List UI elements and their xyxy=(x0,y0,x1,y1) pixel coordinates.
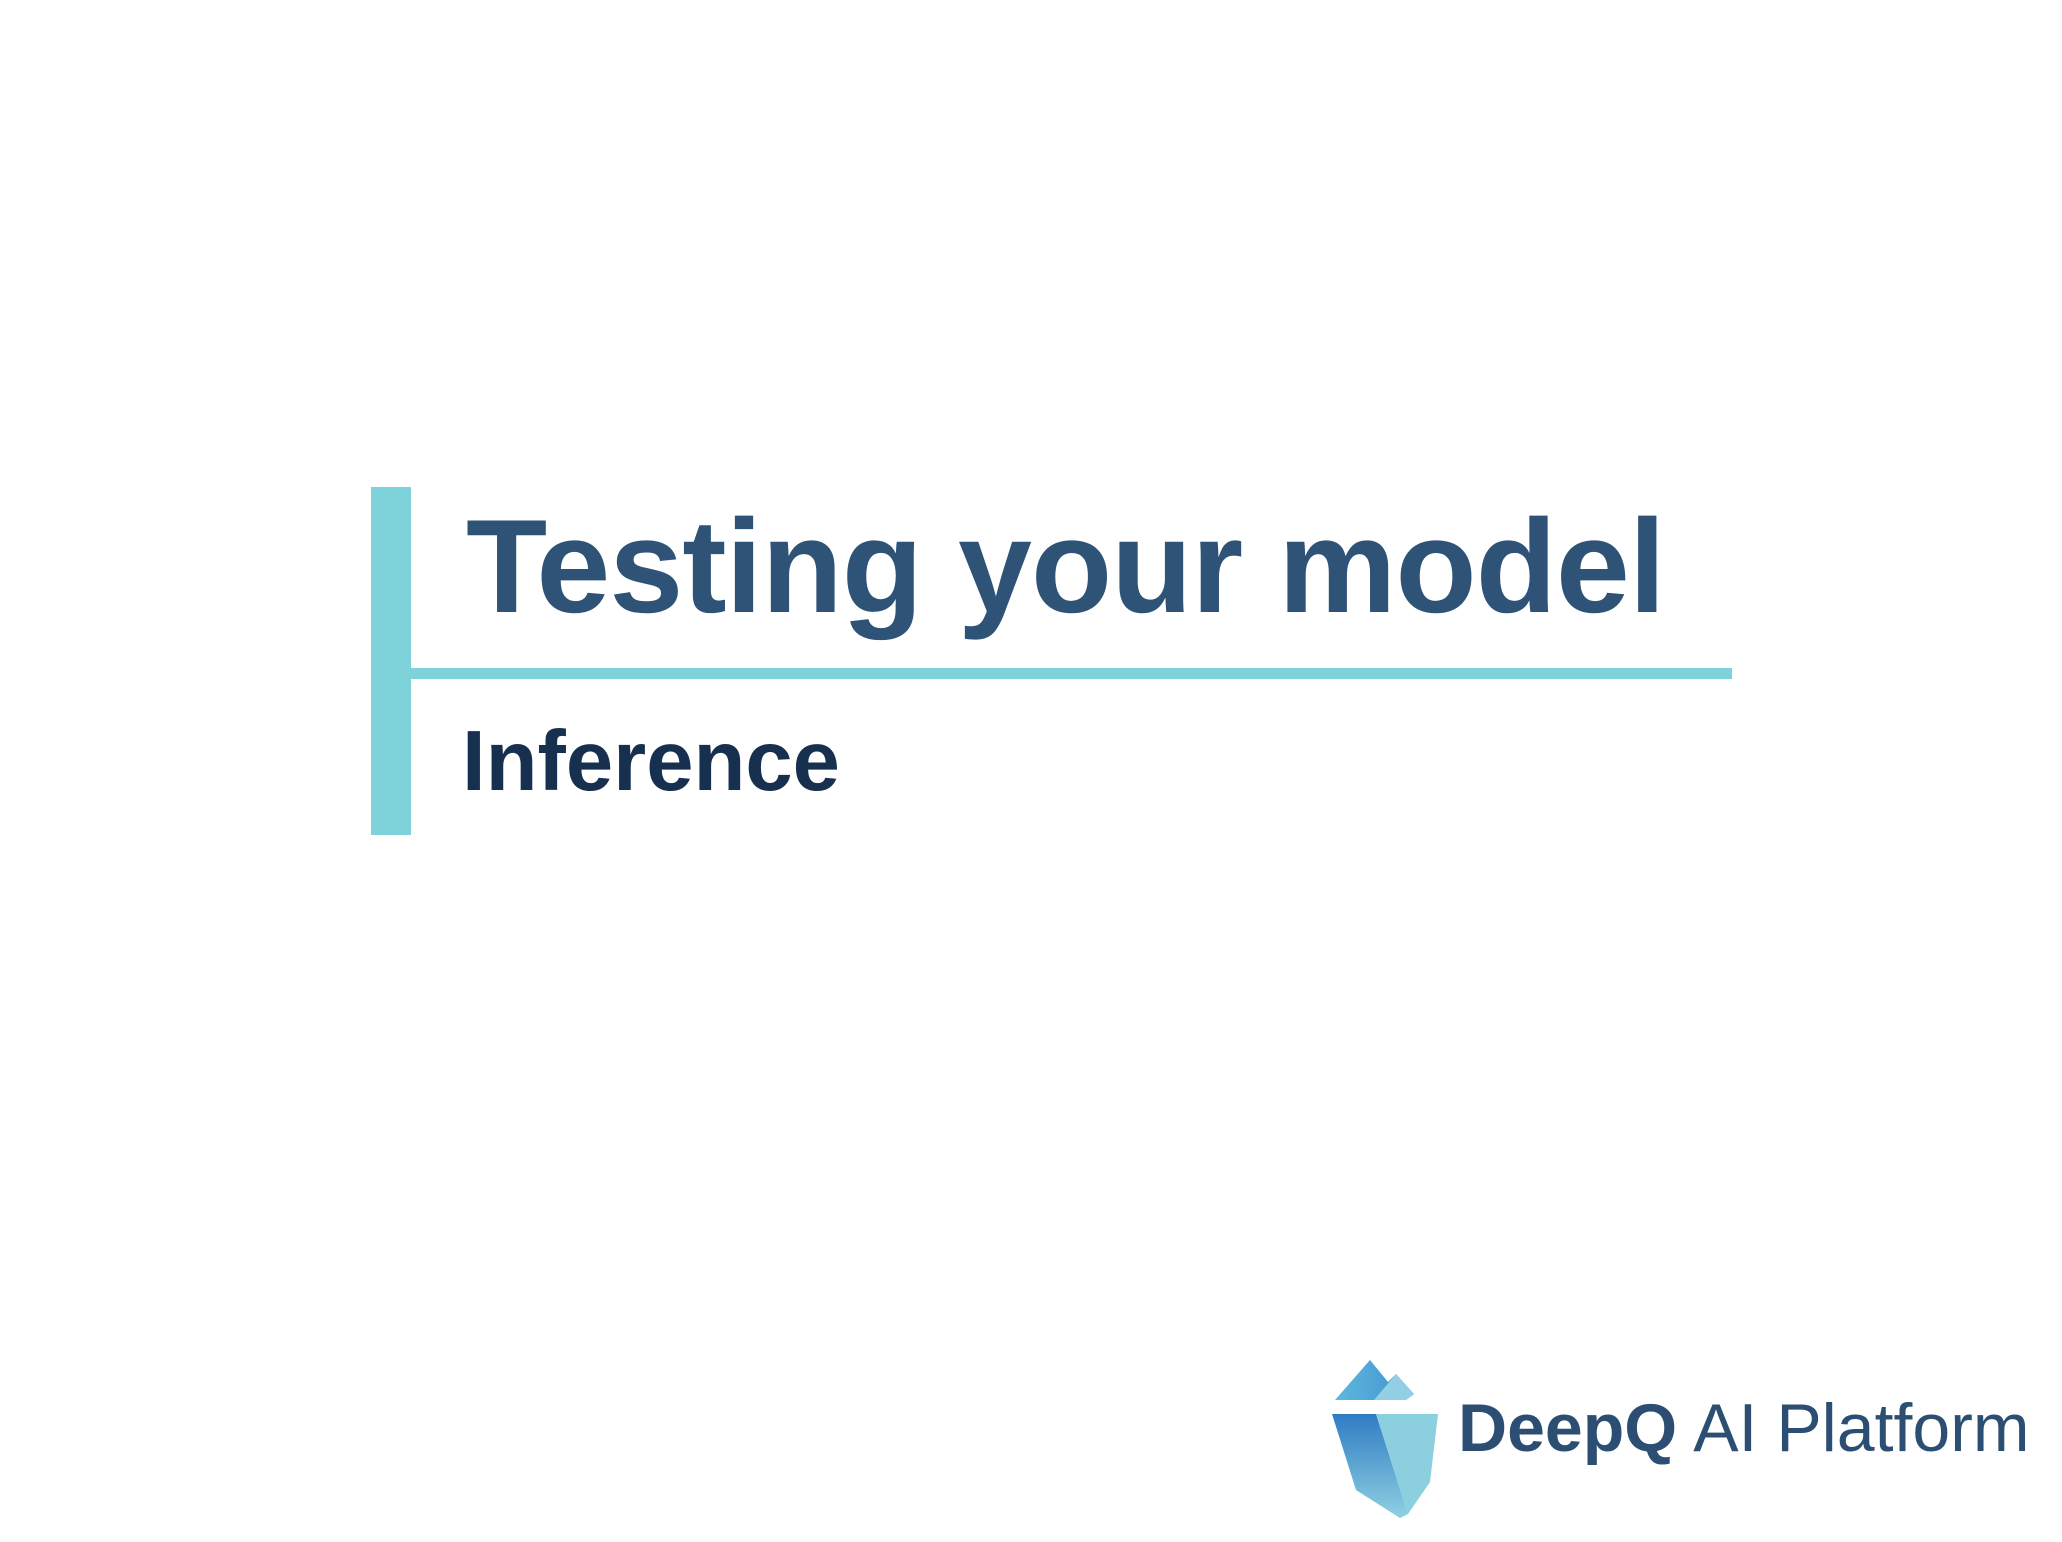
deepq-logo: DeepQ AI Platform xyxy=(1330,1350,2040,1530)
accent-horizontal-rule xyxy=(411,668,1732,679)
logo-product-text: AI Platform xyxy=(1693,1390,2030,1466)
iceberg-icon xyxy=(1332,1360,1438,1518)
slide-title: Testing your model xyxy=(466,493,1666,641)
logo-brand-text: DeepQ xyxy=(1458,1390,1678,1466)
slide: Testing your model Inference DeepQ AI Pl… xyxy=(0,0,2062,1542)
slide-subtitle: Inference xyxy=(462,714,840,809)
accent-vertical-bar xyxy=(371,487,411,835)
